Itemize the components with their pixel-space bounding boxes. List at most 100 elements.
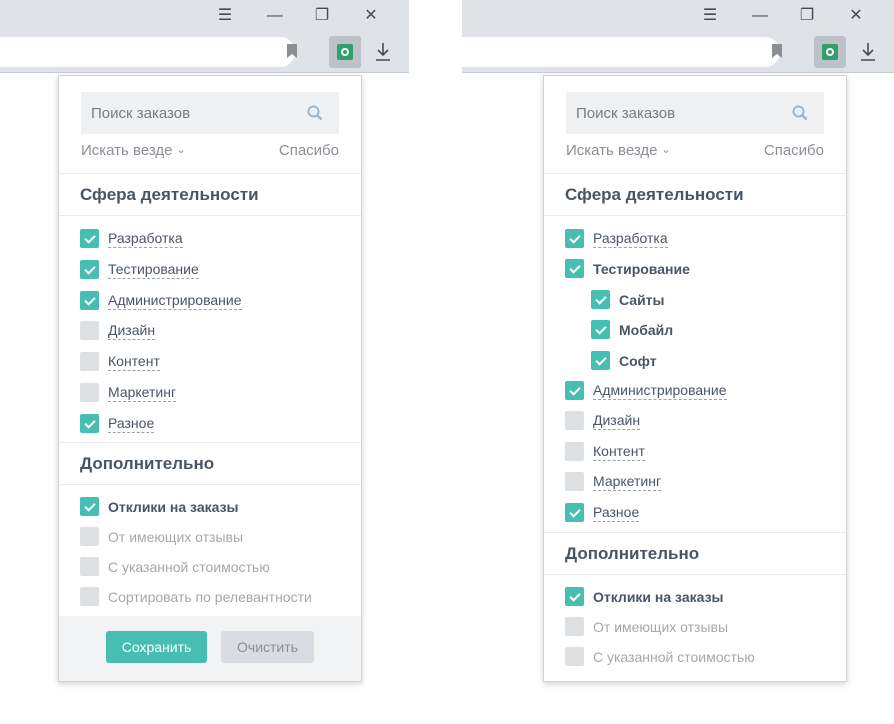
restore-icon[interactable]: ❐ (795, 4, 819, 28)
divider (59, 215, 361, 216)
restore-icon[interactable]: ❐ (310, 4, 334, 28)
search-input[interactable] (81, 92, 311, 134)
checkbox-checked[interactable] (80, 291, 99, 310)
checkbox-unchecked[interactable] (565, 617, 584, 636)
search-box (81, 92, 339, 134)
checkbox-label[interactable]: Разработка (593, 229, 668, 248)
chevron-down-icon: ⌄ (176, 144, 186, 156)
checkbox-label: С указанной стоимостью (108, 559, 270, 575)
checkbox-unchecked[interactable] (565, 472, 584, 491)
bookmark-icon[interactable] (287, 44, 297, 58)
screenshot-left: ☰ — ❐ ✕ Искать везде⌄ Спасибо Сфера деят… (0, 0, 409, 724)
save-button[interactable]: Сохранить (106, 631, 207, 663)
checkbox-label: От имеющих отзывы (593, 619, 729, 635)
checkbox-label[interactable]: Администрирование (593, 381, 727, 400)
checkbox-unchecked[interactable] (80, 587, 99, 606)
download-icon[interactable] (860, 42, 876, 62)
checkbox-label[interactable]: Контент (108, 352, 160, 371)
checkbox-unchecked[interactable] (565, 647, 584, 666)
checkbox-checked[interactable] (80, 414, 99, 433)
checkbox-label: Отклики на заказы (593, 589, 724, 605)
checkbox-label[interactable]: Мобайл (619, 320, 673, 340)
checkbox-label[interactable]: Маркетинг (108, 383, 177, 402)
hamburger-icon[interactable]: ☰ (698, 4, 722, 28)
search-icon[interactable] (792, 105, 808, 121)
checkbox-checked[interactable] (565, 587, 584, 606)
search-scope-label: Искать везде (566, 142, 658, 159)
checkbox-label: Отклики на заказы (108, 499, 239, 515)
checkbox-checked[interactable] (80, 497, 99, 516)
bookmark-icon[interactable] (772, 44, 782, 58)
checkbox-checked[interactable] (565, 259, 584, 278)
checkbox-label[interactable]: Разное (593, 503, 640, 522)
thanks-link[interactable]: Спасибо (279, 142, 339, 159)
checkbox-checked[interactable] (80, 229, 99, 248)
checkbox-unchecked[interactable] (565, 442, 584, 461)
checkbox-checked[interactable] (80, 260, 99, 279)
checkbox-label[interactable]: Контент (593, 442, 645, 461)
screenshot-right: ☰ — ❐ ✕ Искать везде⌄ Спасибо Сфера деят… (462, 0, 894, 724)
close-icon[interactable]: ✕ (844, 4, 868, 28)
minimize-icon[interactable]: — (748, 4, 772, 28)
divider (59, 173, 361, 174)
checkbox-label[interactable]: Дизайн (108, 321, 156, 340)
popup-footer: Сохранить Очистить (59, 616, 361, 681)
section-title-extra: Дополнительно (565, 544, 700, 563)
search-scope-dropdown[interactable]: Искать везде ⌄ (566, 142, 671, 159)
checkbox-label[interactable]: Софт (619, 351, 657, 371)
divider (59, 484, 361, 485)
divider (59, 442, 361, 443)
extension-button[interactable] (329, 36, 361, 68)
clear-button[interactable]: Очистить (221, 631, 314, 663)
checkbox-checked[interactable] (565, 229, 584, 248)
chevron-down-icon: ⌄ (661, 144, 671, 156)
address-bar[interactable] (462, 37, 780, 67)
checkbox-checked[interactable] (591, 351, 610, 370)
minimize-icon[interactable]: — (263, 4, 287, 28)
checkbox-label[interactable]: Тестирование (108, 260, 199, 279)
checkbox-label: С указанной стоимостью (593, 649, 755, 665)
checkbox-unchecked[interactable] (80, 321, 99, 340)
checkbox-unchecked[interactable] (80, 352, 99, 371)
checkbox-checked[interactable] (591, 290, 610, 309)
checkbox-unchecked[interactable] (80, 557, 99, 576)
checkbox-label[interactable]: Разработка (108, 229, 183, 248)
checkbox-checked[interactable] (565, 503, 584, 522)
close-icon[interactable]: ✕ (359, 4, 383, 28)
search-box (566, 92, 824, 134)
checkbox-label: Сортировать по релевантности (108, 589, 312, 605)
divider (544, 215, 846, 216)
checkbox-label[interactable]: Сайты (619, 290, 665, 310)
checkbox-label[interactable]: Дизайн (593, 411, 641, 430)
window-titlebar: ☰ — ❐ ✕ (462, 0, 894, 32)
divider (544, 532, 846, 533)
browser-toolbar (462, 32, 894, 73)
divider (544, 574, 846, 575)
section-title-activity: Сфера деятельности (80, 185, 259, 204)
section-title-activity: Сфера деятельности (565, 185, 744, 204)
checkbox-label[interactable]: Администрирование (108, 291, 242, 310)
extension-eye-icon (822, 44, 838, 60)
checkbox-unchecked[interactable] (565, 411, 584, 430)
divider (544, 173, 846, 174)
extension-eye-icon (337, 44, 353, 60)
extension-button[interactable] (814, 36, 846, 68)
checkbox-label[interactable]: Разное (108, 414, 155, 433)
checkbox-unchecked[interactable] (80, 527, 99, 546)
window-titlebar: ☰ — ❐ ✕ (0, 0, 409, 32)
checkbox-checked[interactable] (591, 320, 610, 339)
hamburger-icon[interactable]: ☰ (213, 4, 237, 28)
extension-popup: Искать везде⌄ Спасибо Сфера деятельности… (543, 75, 847, 682)
search-icon[interactable] (307, 105, 323, 121)
checkbox-label[interactable]: Тестирование (593, 259, 690, 279)
search-scope-dropdown[interactable]: Искать везде ⌄ (81, 142, 186, 159)
search-input[interactable] (566, 92, 796, 134)
address-bar[interactable] (0, 37, 295, 67)
checkbox-unchecked[interactable] (80, 383, 99, 402)
download-icon[interactable] (375, 42, 391, 62)
checkbox-checked[interactable] (565, 381, 584, 400)
thanks-link[interactable]: Спасибо (764, 142, 824, 159)
checkbox-label[interactable]: Маркетинг (593, 472, 662, 491)
extension-popup: Искать везде⌄ Спасибо Сфера деятельности… (58, 75, 362, 682)
section-title-extra: Дополнительно (80, 454, 215, 473)
